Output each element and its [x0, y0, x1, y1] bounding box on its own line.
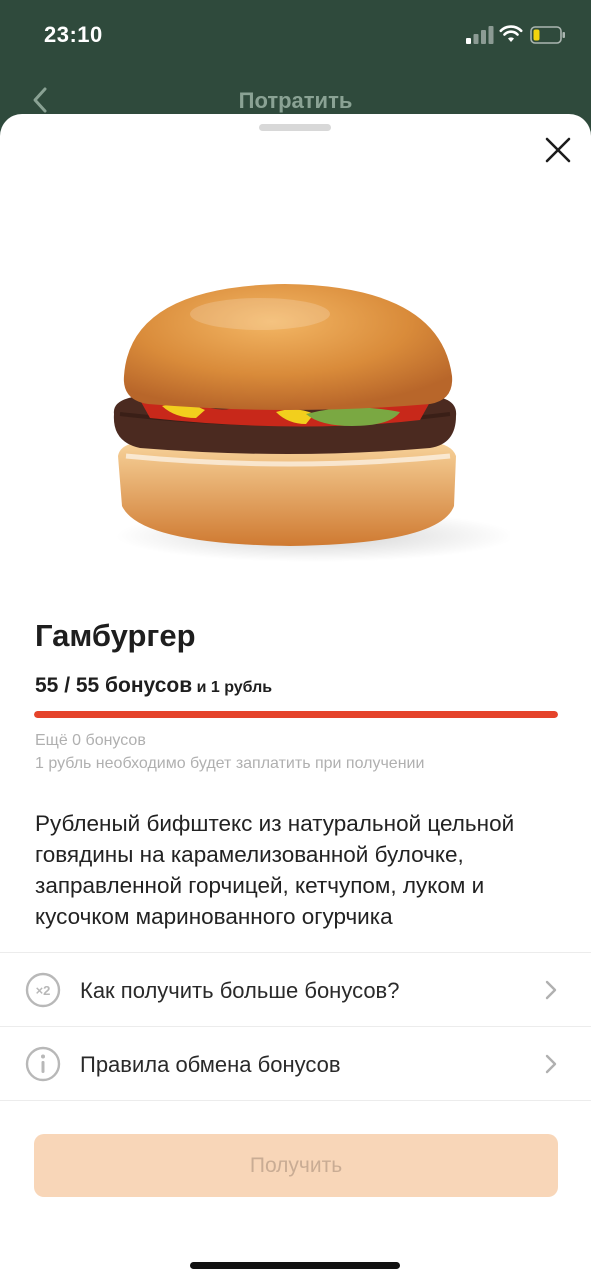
hamburger-image [113, 284, 510, 562]
product-title: Гамбургер [35, 618, 196, 653]
close-icon[interactable] [538, 130, 578, 170]
bonus-progress-fill [34, 711, 558, 718]
product-sheet: Гамбургер 55 / 55 бонусов и 1 рубль Ещё … [0, 114, 591, 1280]
menu-item-more-bonuses[interactable]: ×2 Как получить больше бонусов? [0, 954, 591, 1026]
divider [0, 952, 591, 953]
signal-icon [466, 26, 494, 44]
ruble-price: и 1 рубль [192, 679, 273, 696]
svg-text:×2: ×2 [36, 983, 51, 998]
remaining-bonus-hint: Ещё 0 бонусов [35, 732, 146, 749]
sheet-grabber[interactable] [259, 124, 331, 131]
status-time: 23:10 [44, 22, 103, 47]
info-icon [25, 1046, 61, 1082]
bonus-price: 55 / 55 бонусов [35, 674, 193, 697]
chevron-right-icon [545, 980, 557, 1000]
divider [0, 1026, 591, 1027]
menu-item-label: Как получить больше бонусов? [80, 978, 400, 1003]
menu-item-exchange-rules[interactable]: Правила обмена бонусов [0, 1028, 591, 1100]
divider [0, 1100, 591, 1101]
payment-hint: 1 рубль необходимо будет заплатить при п… [35, 755, 425, 772]
wifi-icon [499, 25, 523, 42]
x2-badge-icon: ×2 [25, 972, 61, 1008]
product-description: Рубленый бифштекс из натуральной цельной… [35, 811, 515, 929]
bonus-progress-bar [34, 711, 558, 718]
menu-item-label: Правила обмена бонусов [80, 1052, 341, 1077]
status-bar: 23:10 [0, 0, 591, 72]
price-line: 55 / 55 бонусов и 1 рубль [35, 674, 272, 698]
chevron-right-icon [545, 1054, 557, 1074]
get-button[interactable]: Получить [34, 1134, 558, 1197]
battery-icon [530, 26, 565, 44]
nav-title: Потратить [238, 88, 353, 113]
home-indicator [190, 1262, 400, 1269]
